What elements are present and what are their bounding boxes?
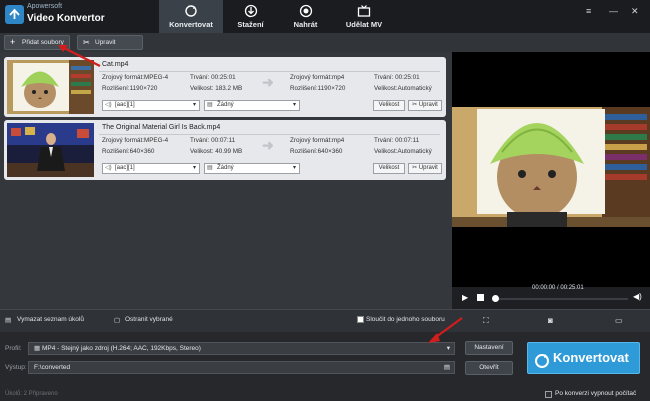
annotation-arrows xyxy=(58,45,463,343)
annotation-arrow-add xyxy=(58,45,101,67)
annotation-arrow-profile xyxy=(428,317,463,343)
